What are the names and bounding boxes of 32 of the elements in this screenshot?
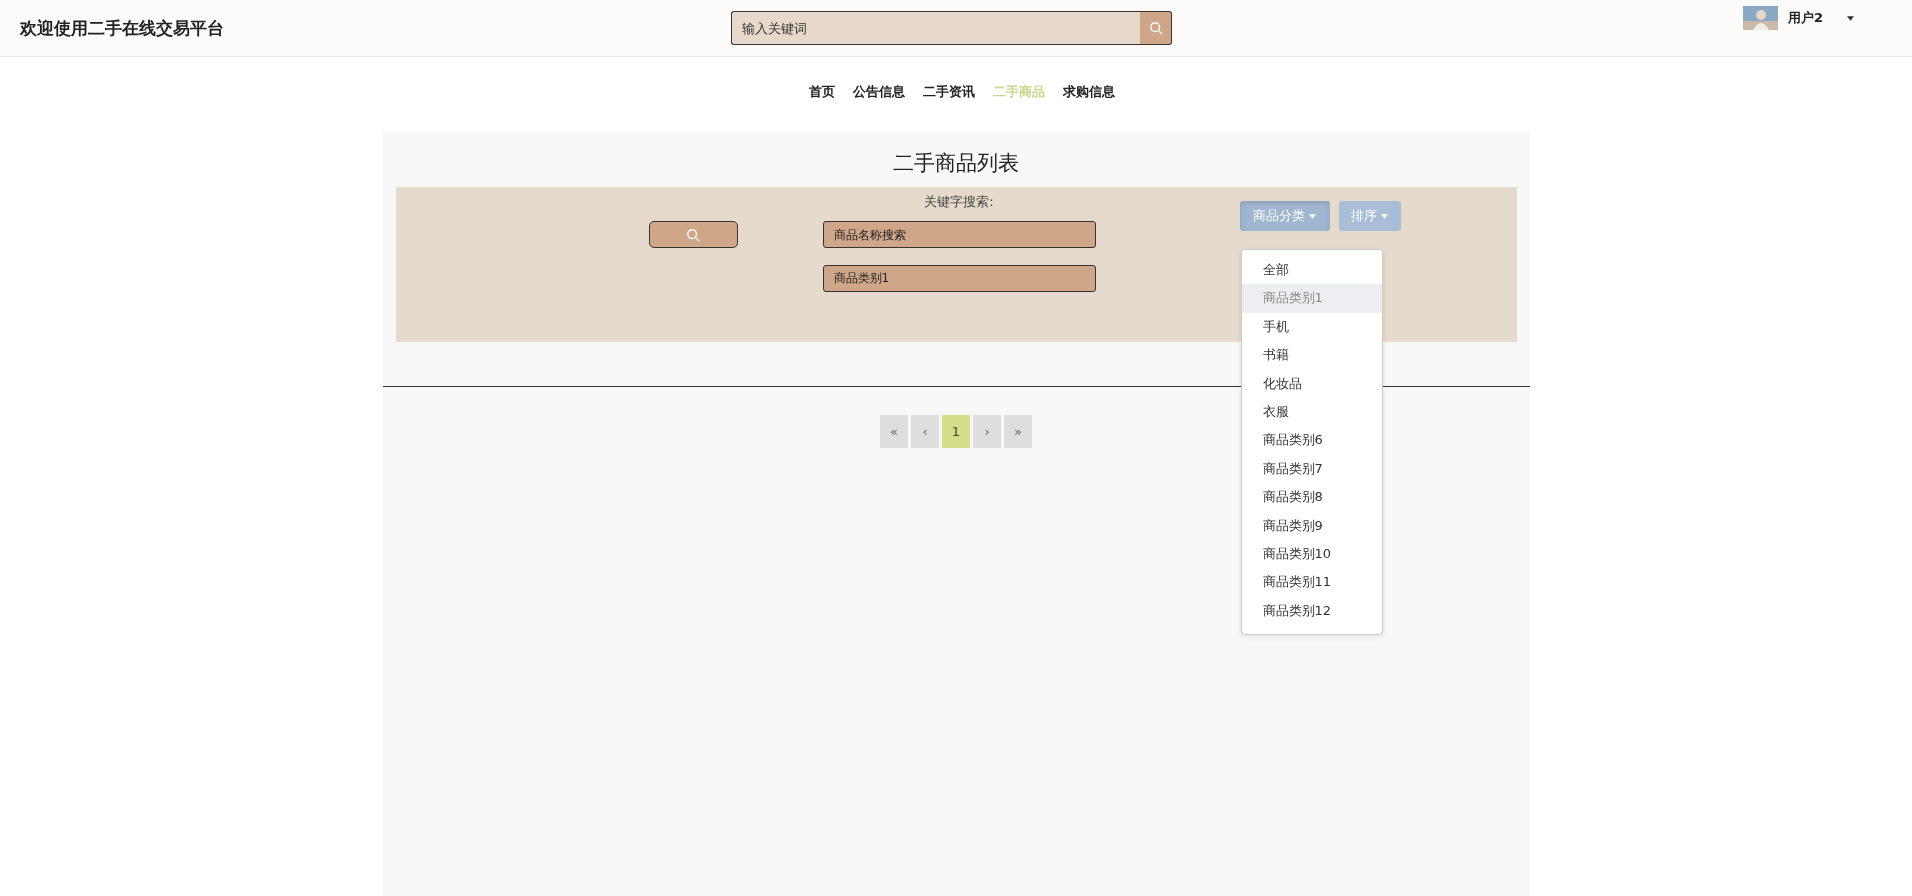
menu-item[interactable]: 商品类别10 <box>1241 539 1382 569</box>
menu-item[interactable]: 手机 <box>1241 312 1382 342</box>
caret-icon <box>1309 213 1316 219</box>
menu-item[interactable]: 商品类别6 <box>1241 426 1382 455</box>
menu-item[interactable]: 商品类别11 <box>1241 568 1382 597</box>
category-field[interactable]: 商品类别1 <box>822 265 1096 292</box>
nav-tab[interactable]: 二手资讯 <box>923 83 975 105</box>
page-title: 二手商品列表 <box>892 150 1020 177</box>
menu-item[interactable]: 商品类别8 <box>1241 483 1382 512</box>
page-button[interactable]: ‹ <box>911 415 939 448</box>
search-button[interactable] <box>648 221 738 248</box>
search-icon <box>686 227 700 242</box>
nav-tab[interactable]: 首页 <box>809 83 835 105</box>
nav-tab[interactable]: 求购信息 <box>1063 83 1115 105</box>
menu-item[interactable]: 商品类别12 <box>1241 596 1382 626</box>
menu-item[interactable]: 全部 <box>1241 256 1382 285</box>
search-label: 关键字搜索: <box>924 193 994 211</box>
nav-tab[interactable]: 公告信息 <box>853 83 905 105</box>
name-search-field[interactable]: 商品名称搜索 <box>822 221 1096 248</box>
menu-item[interactable]: 书籍 <box>1241 341 1382 370</box>
menu-item[interactable]: 衣服 <box>1241 397 1382 427</box>
page-button[interactable]: « <box>880 415 908 448</box>
menu-item[interactable]: 商品类别7 <box>1241 454 1382 484</box>
menu-item[interactable]: 商品类别9 <box>1241 511 1382 540</box>
page-button[interactable]: › <box>973 415 1001 448</box>
site-title: 欢迎使用二手在线交易平台 <box>20 16 225 40</box>
user-name[interactable]: 用户2 <box>1787 9 1823 27</box>
page-button[interactable]: 1 <box>942 415 970 448</box>
page-button[interactable]: » <box>1004 415 1032 448</box>
caret-icon <box>1847 15 1854 21</box>
menu-item[interactable]: 化妆品 <box>1241 369 1382 398</box>
caret-icon <box>1381 213 1388 219</box>
